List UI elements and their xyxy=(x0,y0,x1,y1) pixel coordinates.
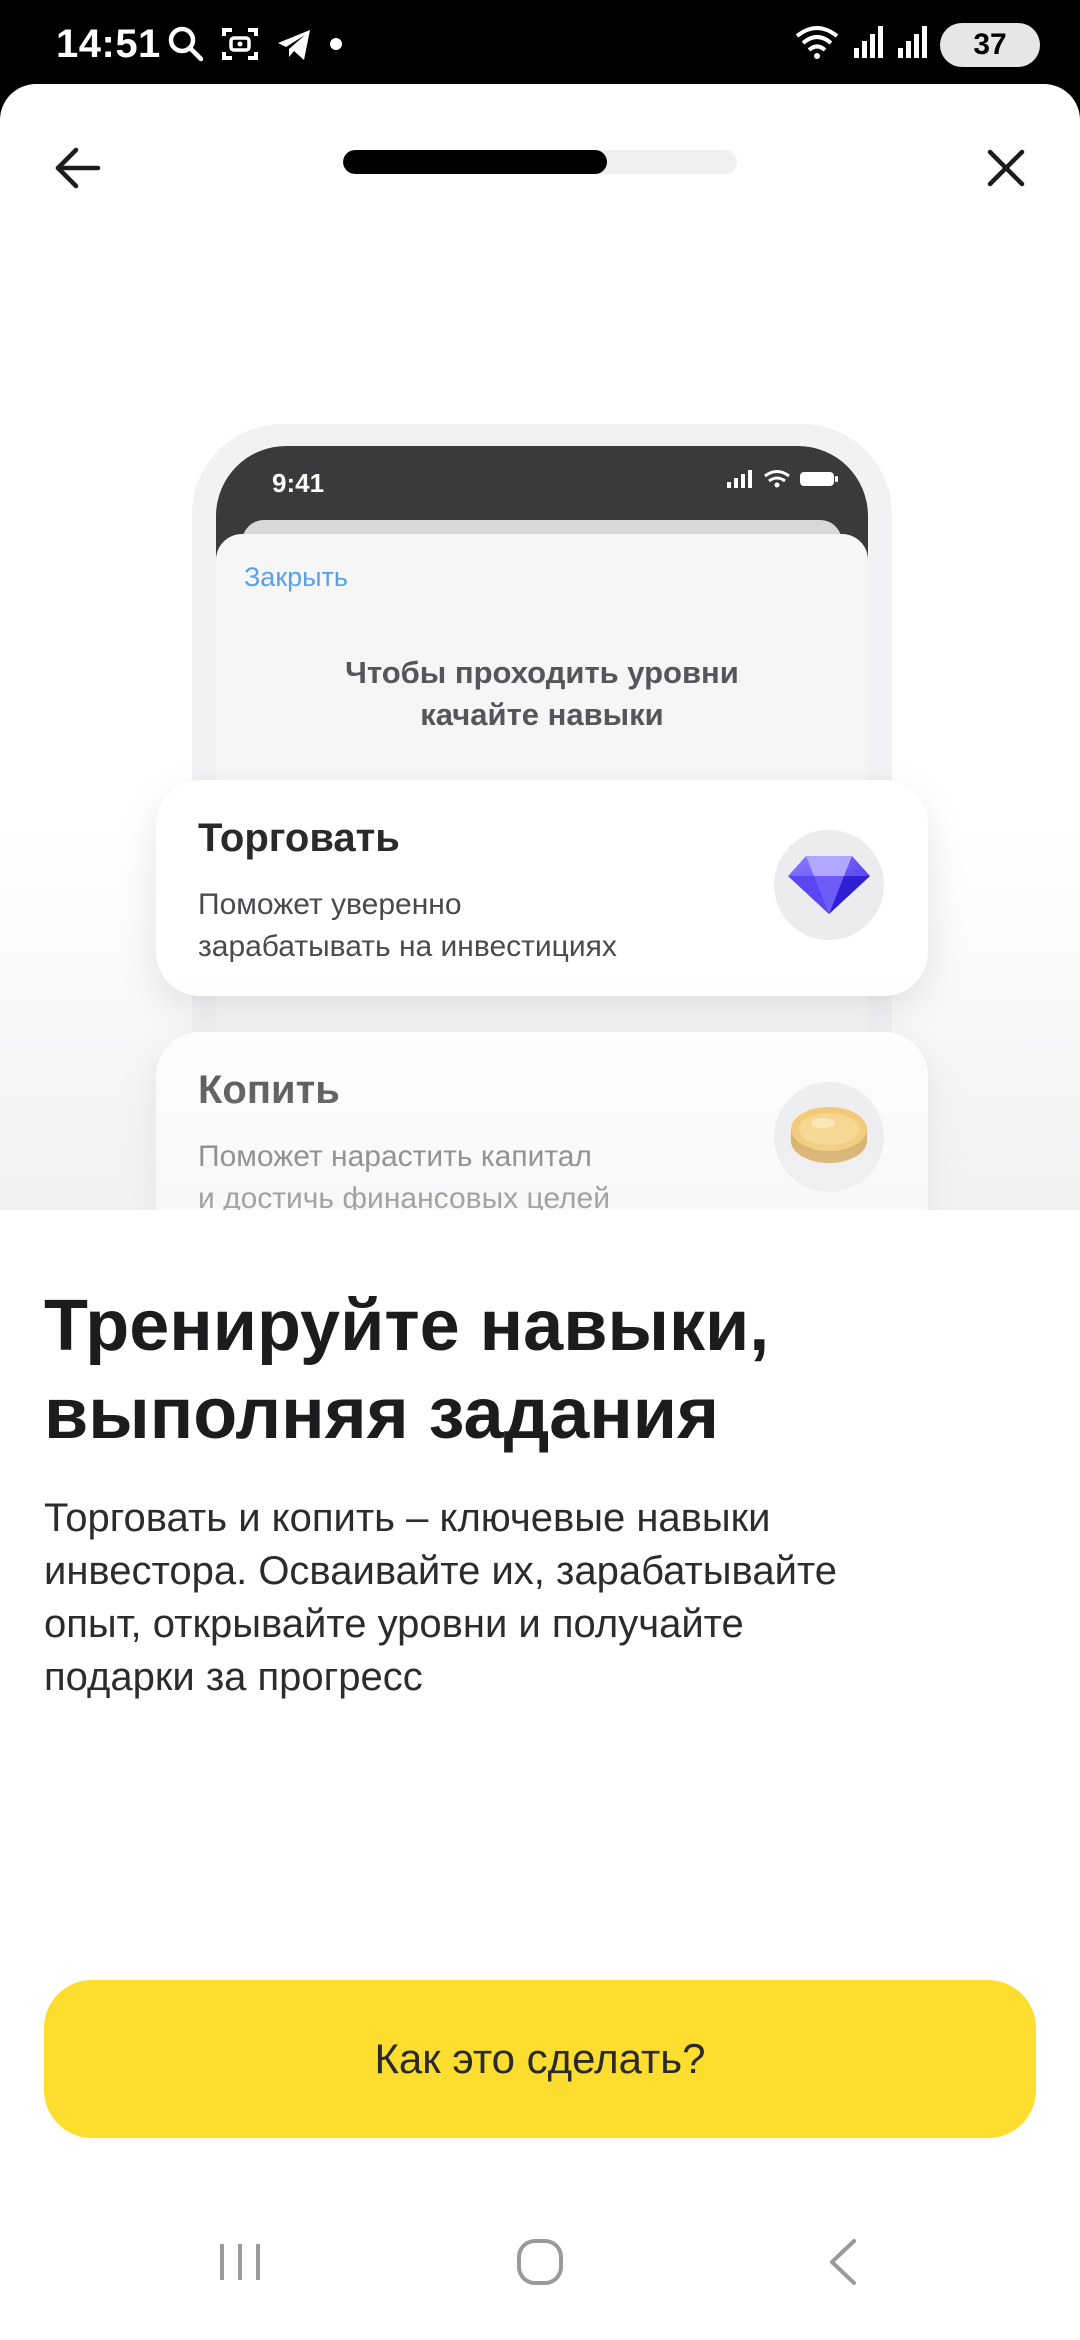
screenshot-icon xyxy=(220,24,260,69)
skill-icon-badge xyxy=(774,1082,884,1192)
skill-title: Торговать xyxy=(198,816,400,860)
recent-apps-icon xyxy=(216,2240,264,2289)
status-left-icons xyxy=(166,24,344,69)
arrow-left-icon xyxy=(52,142,104,199)
mock-close-link: Закрыть xyxy=(244,562,348,592)
search-icon xyxy=(166,24,206,69)
sheet-header xyxy=(0,84,1080,244)
skill-title: Копить xyxy=(198,1068,340,1112)
status-time: 14:51 xyxy=(56,22,161,66)
onboarding-illustration: 9:41 Закрыть Чтобы проходить уровни кача… xyxy=(0,244,1080,1210)
mock-signal-icon xyxy=(726,470,754,493)
status-right-icons: 37 xyxy=(794,22,1040,67)
skill-description-line: и достичь финансовых целей xyxy=(198,1182,610,1210)
skill-description-line: Поможет нарастить капитал xyxy=(198,1140,592,1173)
nav-back-button[interactable] xyxy=(784,2224,904,2304)
page-title-line: Тренируйте навыки, xyxy=(44,1286,770,1366)
wifi-icon xyxy=(794,22,840,67)
mock-heading-line: качайте навыки xyxy=(420,697,664,732)
skill-card-trade: Торговать Поможет уверенно зарабатывать … xyxy=(156,780,928,996)
coin-icon xyxy=(787,1103,871,1172)
mock-heading-line: Чтобы проходить уровни xyxy=(345,655,739,690)
skill-card-save: Копить Поможет нарастить капитал и дости… xyxy=(156,1032,928,1210)
skill-description-line: Поможет уверенно xyxy=(198,888,462,921)
page-description-line: Торговать и копить – ключевые навыки xyxy=(44,1496,771,1540)
progress-bar xyxy=(343,150,737,174)
mock-status-icons xyxy=(726,470,838,493)
page-title: Тренируйте навыки, выполняя задания xyxy=(44,1282,1024,1458)
page-description-line: инвестора. Осваивайте их, зарабатывайте xyxy=(44,1549,838,1593)
diamond-icon xyxy=(786,848,872,923)
back-button[interactable] xyxy=(40,132,116,208)
recent-apps-button[interactable] xyxy=(180,2224,300,2304)
notification-dot xyxy=(328,36,344,57)
signal-icon xyxy=(896,24,928,65)
mock-time: 9:41 xyxy=(272,468,325,498)
skill-description: Поможет уверенно зарабатывать на инвести… xyxy=(198,884,758,968)
page-description-line: опыт, открывайте уровни и получайте xyxy=(44,1602,744,1646)
skill-description-line: зарабатывать на инвестициях xyxy=(198,930,617,963)
telegram-icon xyxy=(274,24,314,69)
home-button[interactable] xyxy=(480,2224,600,2304)
page-title-line: выполняя задания xyxy=(44,1374,720,1454)
system-nav-bar xyxy=(0,2200,1080,2340)
bottom-sheet: 9:41 Закрыть Чтобы проходить уровни кача… xyxy=(0,84,1080,2340)
home-icon xyxy=(515,2237,565,2292)
back-icon xyxy=(824,2237,864,2292)
close-button[interactable] xyxy=(968,132,1044,208)
mock-heading: Чтобы проходить уровни качайте навыки xyxy=(216,652,868,736)
how-to-button[interactable]: Как это сделать? xyxy=(44,1980,1036,2138)
signal-icon xyxy=(852,24,884,65)
mock-battery-icon xyxy=(800,470,838,493)
close-icon xyxy=(984,146,1028,195)
mock-wifi-icon xyxy=(764,470,790,493)
page-description: Торговать и копить – ключевые навыки инв… xyxy=(44,1492,1024,1704)
skill-description: Поможет нарастить капитал и достичь фина… xyxy=(198,1136,758,1210)
status-bar: 14:51 37 xyxy=(0,0,1080,86)
progress-fill xyxy=(343,150,607,174)
skill-icon-badge xyxy=(774,830,884,940)
page-description-line: подарки за прогресс xyxy=(44,1655,423,1699)
battery-indicator: 37 xyxy=(940,22,1040,67)
